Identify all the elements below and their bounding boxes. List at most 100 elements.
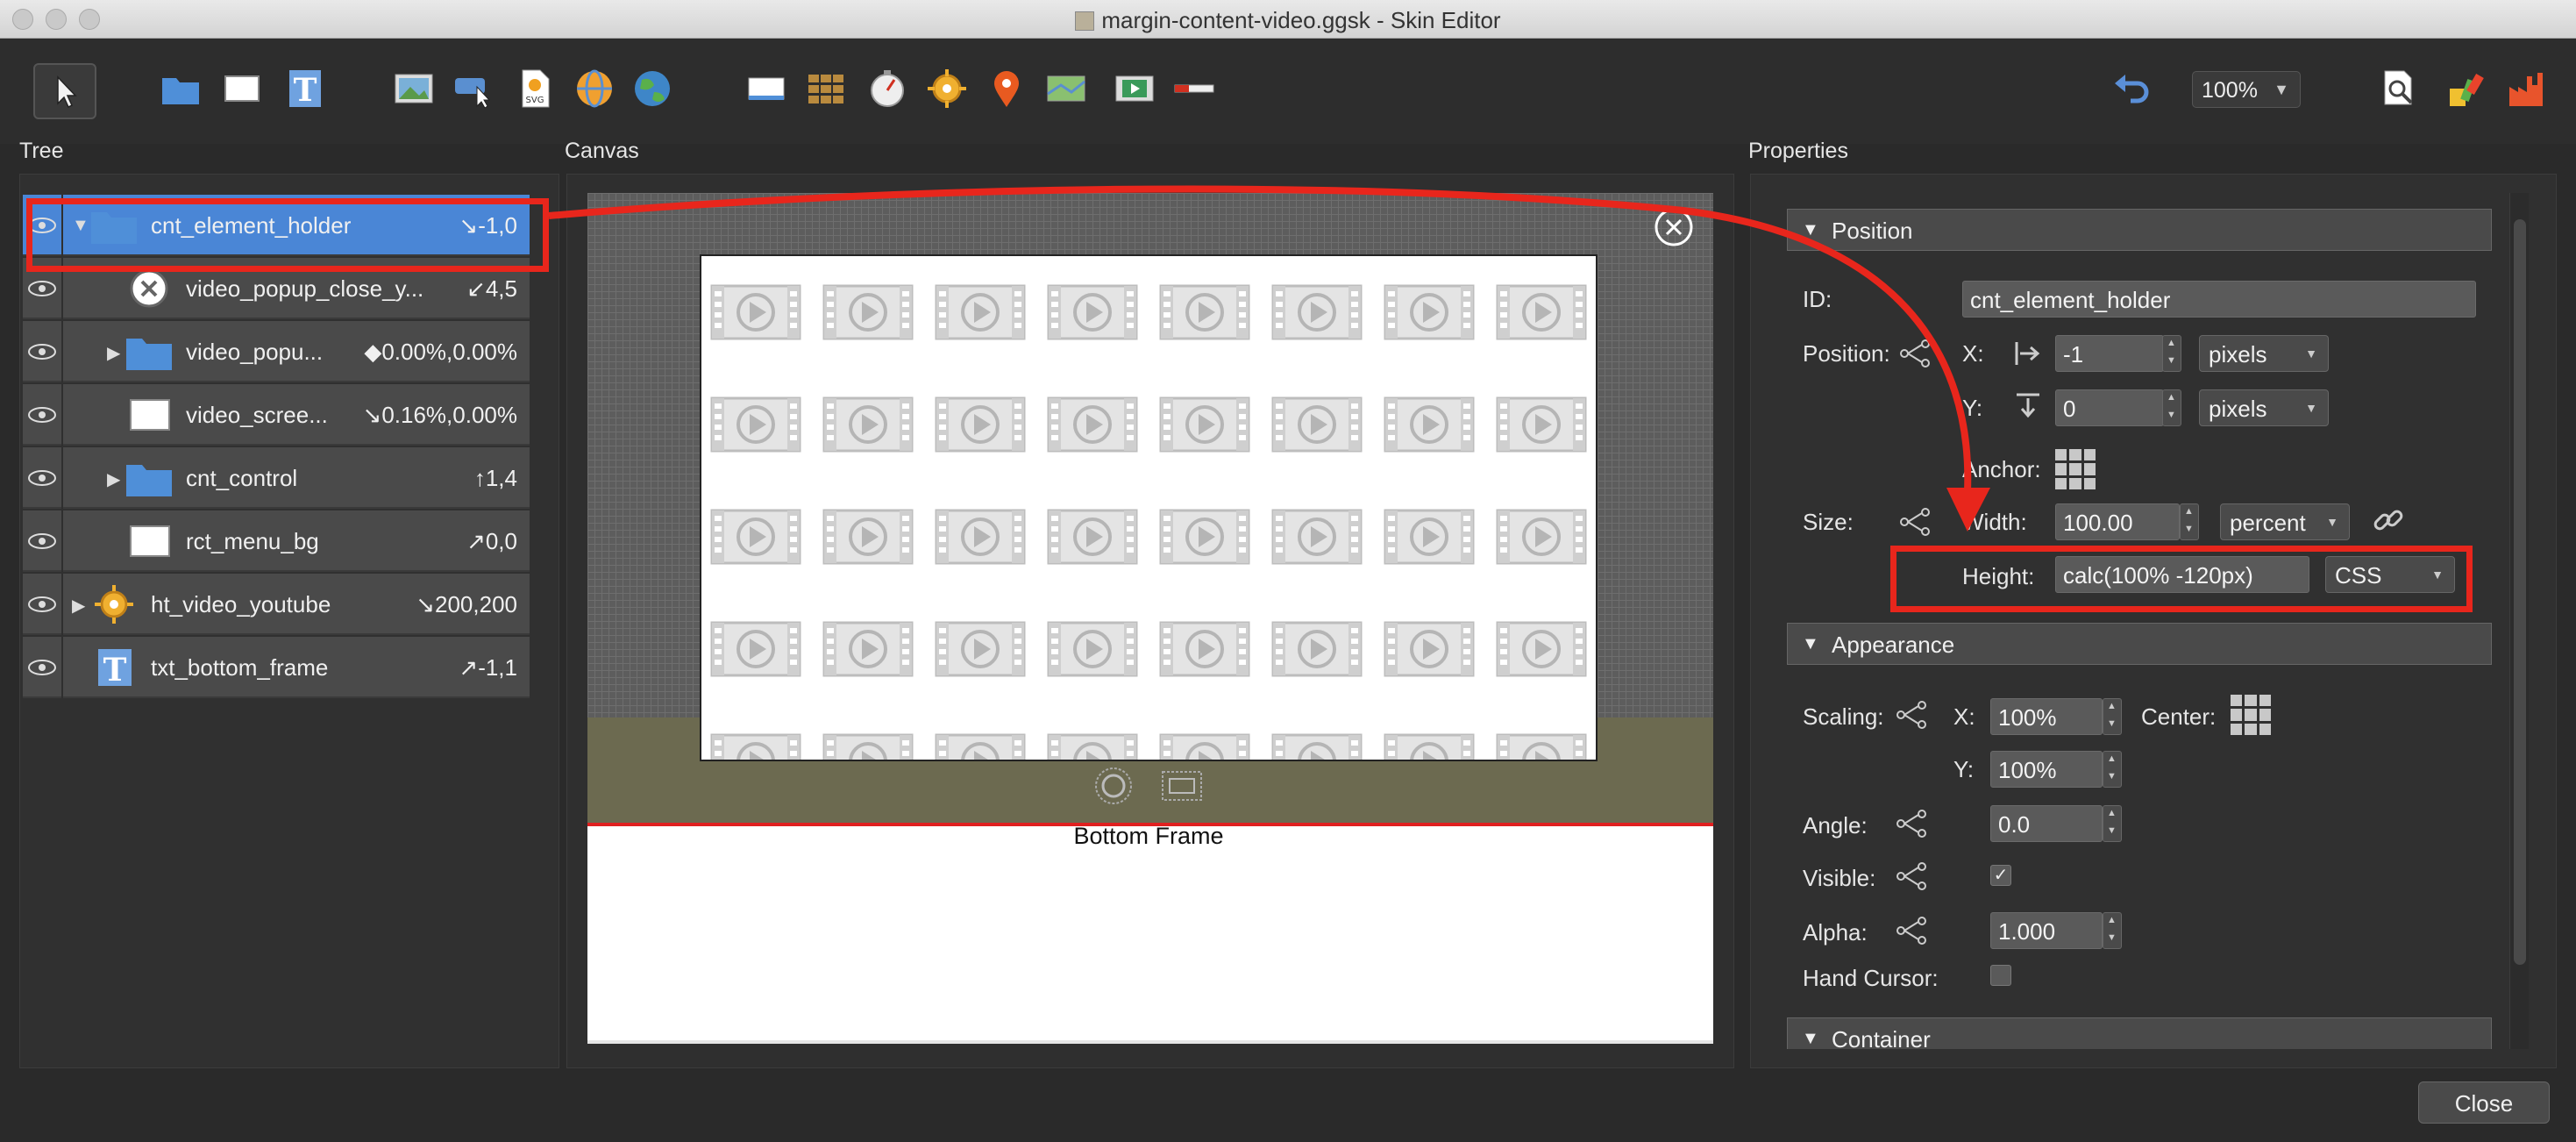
width-input[interactable]: 100.00 [2055, 503, 2180, 540]
tree-row-video-popup[interactable]: ▶ video_popu... ◆0.00%,0.00% [23, 321, 530, 382]
video-placeholder-icon [1047, 733, 1138, 760]
share-link-icon[interactable] [1894, 861, 1929, 891]
add-container-button[interactable] [158, 66, 203, 111]
video-placeholder-icon [710, 733, 801, 760]
tree-expander[interactable]: ▶ [107, 342, 120, 364]
add-cloner-button[interactable] [744, 66, 789, 111]
chevron-down-icon: ▼ [2274, 81, 2289, 98]
zoom-select[interactable]: 100% ▼ [2192, 71, 2301, 108]
add-map-pin-button[interactable] [984, 66, 1029, 111]
visibility-eye-icon[interactable] [23, 447, 63, 509]
tree-item-position: ◆0.00%,0.00% [364, 339, 517, 365]
bottom-frame-area[interactable] [587, 823, 1713, 1040]
angle-stepper[interactable] [2103, 805, 2122, 842]
alpha-input[interactable]: 1.000 [1990, 912, 2103, 949]
video-placeholder-icon [1496, 621, 1587, 677]
add-button-element[interactable] [451, 66, 496, 111]
tree-item-name: rct_menu_bg [186, 528, 319, 554]
add-hotspot-button[interactable] [924, 66, 970, 111]
position-section-header[interactable]: ▼ Position [1787, 209, 2492, 251]
replay-button-icon[interactable] [1091, 765, 1136, 807]
visibility-eye-icon[interactable] [23, 510, 63, 572]
fullscreen-button-icon[interactable] [1159, 765, 1205, 807]
magnifier-icon [2384, 70, 2413, 105]
visibility-eye-icon[interactable] [23, 321, 63, 382]
tree-row-video-screen[interactable]: video_scree... ↘0.16%,0.00% [23, 384, 530, 446]
video-placeholder-icon [1047, 284, 1138, 340]
add-rectangle-button[interactable] [219, 66, 265, 111]
add-map-button[interactable] [1043, 66, 1089, 111]
properties-panel-label: Properties [1748, 139, 1848, 163]
zoom-value: 100% [2202, 78, 2258, 103]
select-tool-button[interactable] [33, 63, 96, 119]
share-link-icon[interactable] [1894, 809, 1929, 839]
share-link-icon[interactable] [1894, 916, 1929, 946]
position-y-input[interactable]: 0 [2055, 389, 2164, 426]
width-unit-value: percent [2230, 510, 2306, 536]
appearance-section-title: Appearance [1832, 632, 1955, 658]
add-svg-button[interactable]: SVG [512, 66, 558, 111]
add-progress-bar-button[interactable] [1171, 66, 1217, 111]
appearance-section-header[interactable]: ▼ Appearance [1787, 623, 2492, 665]
id-label: ID: [1803, 286, 1832, 312]
properties-scrollbar[interactable] [2509, 193, 2529, 1049]
share-link-icon[interactable] [1897, 339, 1932, 368]
y-unit-value: pixels [2209, 396, 2267, 422]
globe-icon [577, 69, 612, 108]
width-unit-select[interactable]: percent ▼ [2220, 503, 2350, 540]
visibility-eye-icon[interactable] [23, 574, 63, 635]
id-field[interactable]: cnt_element_holder [1962, 281, 2476, 318]
tree-row-ht-video-youtube[interactable]: ▶ ht_video_youtube ↘200,200 [23, 574, 530, 635]
add-cloner-grid-button[interactable] [803, 66, 849, 111]
video-placeholder-icon [1384, 733, 1475, 760]
anchor-grid-icon[interactable] [2055, 449, 2096, 489]
angle-input[interactable]: 0.0 [1990, 805, 2103, 842]
undo-button[interactable] [2110, 66, 2155, 111]
tree-item-name: video_scree... [186, 402, 328, 428]
width-stepper[interactable] [2180, 503, 2199, 540]
export-button[interactable] [2504, 66, 2550, 111]
share-link-icon[interactable] [1894, 700, 1929, 730]
add-text-button[interactable]: T [282, 66, 328, 111]
position-x-unit-select[interactable]: pixels ▼ [2199, 335, 2329, 372]
position-y-unit-select[interactable]: pixels ▼ [2199, 389, 2329, 426]
add-video-button[interactable] [1112, 66, 1157, 111]
tree-row-rct-menu-bg[interactable]: rct_menu_bg ↗0,0 [23, 510, 530, 572]
tree-row-txt-bottom-frame[interactable]: T txt_bottom_frame ↗-1,1 [23, 637, 530, 698]
rectangle-icon [130, 525, 170, 557]
add-panorama-button[interactable] [572, 66, 617, 111]
tree-expander[interactable]: ▶ [107, 468, 120, 490]
progress-bar-icon [1174, 84, 1214, 93]
scale-x-stepper[interactable] [2103, 698, 2122, 735]
visibility-eye-icon[interactable] [23, 384, 63, 446]
alpha-stepper[interactable] [2103, 912, 2122, 949]
scale-y-stepper[interactable] [2103, 751, 2122, 788]
add-timer-button[interactable] [865, 66, 910, 111]
scale-x-input[interactable]: 100% [1990, 698, 2103, 735]
tree-row-cnt-control[interactable]: ▶ cnt_control ↑1,4 [23, 447, 530, 509]
video-placeholder-icon [1047, 621, 1138, 677]
scrollbar-thumb[interactable] [2514, 219, 2526, 965]
position-y-stepper[interactable] [2162, 389, 2181, 426]
add-image-button[interactable] [391, 66, 437, 111]
position-x-input[interactable]: -1 [2055, 335, 2164, 372]
container-section-clip: ▼ Container [1787, 1017, 2492, 1049]
container-section-header[interactable]: ▼ Container [1787, 1017, 2492, 1049]
tree-item-name: video_popu... [186, 339, 324, 365]
link-chain-icon[interactable] [2371, 503, 2406, 539]
video-icon [1115, 75, 1154, 102]
video-screen-element[interactable] [700, 254, 1598, 761]
skin-properties-button[interactable] [2443, 66, 2488, 111]
close-circle-icon[interactable] [1654, 207, 1694, 247]
visible-checkbox[interactable]: ✓ [1990, 865, 2011, 886]
scale-y-input[interactable]: 100% [1990, 751, 2103, 788]
close-button[interactable]: Close [2418, 1081, 2550, 1124]
tree-expander[interactable]: ▶ [72, 595, 85, 617]
visibility-eye-icon[interactable] [23, 637, 63, 698]
share-link-icon[interactable] [1897, 507, 1932, 537]
center-grid-icon[interactable] [2231, 695, 2271, 735]
preview-button[interactable] [2376, 66, 2422, 111]
hand-cursor-checkbox[interactable] [1990, 965, 2011, 986]
position-x-stepper[interactable] [2162, 335, 2181, 372]
add-map-globe-button[interactable] [630, 66, 675, 111]
